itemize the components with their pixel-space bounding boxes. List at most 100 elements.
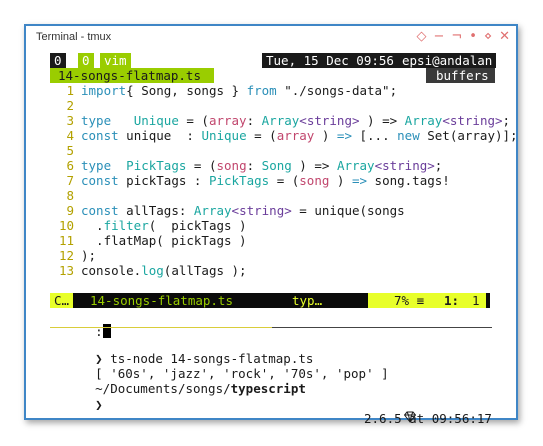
code-token: = ( (246, 128, 277, 143)
maximize-icon[interactable]: ¬ (451, 29, 462, 44)
code-token: ) (329, 173, 352, 188)
status-filetype: typ… (292, 293, 323, 308)
diamond-icon[interactable]: ◇ (416, 29, 426, 44)
code-token: < (374, 158, 383, 173)
code-token: PickTags (208, 173, 270, 188)
code-token: array (208, 113, 247, 128)
code-token: console. (81, 263, 142, 278)
vim-statusline: C… 14-songs-flatmap.ts typ… 7% ≡ 1: 1 (50, 293, 490, 308)
code-token: new (397, 128, 420, 143)
line-number: 4 (66, 128, 74, 143)
line-number: 13 (58, 263, 74, 278)
code-token: > (284, 203, 292, 218)
code-token: = ( (269, 173, 300, 188)
status-percent: 7% ≡ (394, 293, 425, 308)
pane-divider[interactable] (272, 327, 492, 328)
title-bar[interactable]: Terminal - tmux ◇ − ¬ • ⋄ ✕ (26, 26, 516, 50)
minimize-icon[interactable]: − (433, 29, 444, 44)
line-number: 9 (66, 203, 74, 218)
code-token: pickTags : (118, 173, 209, 188)
tmux-host: epsi@andalan (398, 53, 497, 68)
code-token: string (239, 203, 285, 218)
line-number: 5 (66, 143, 74, 158)
line-number: 6 (66, 158, 74, 173)
code-token: => (336, 128, 352, 143)
line-number: 7 (66, 173, 74, 188)
tmux-clock: Tue, 15 Dec 09:56 (262, 53, 398, 68)
vim-cmdline[interactable]: : (50, 309, 516, 339)
code-line[interactable]: 13 console.log(allTags ); (26, 263, 516, 278)
code-token: ) (314, 128, 337, 143)
code-token: .flatMap( pickTags ) (81, 233, 247, 248)
vim-mode: C… (50, 293, 74, 308)
code-token: ); (81, 248, 97, 263)
code-token: => (351, 173, 368, 188)
terminal-body[interactable]: 0 0 vim Tue, 15 Dec 09:56 epsi@andalan 1… (26, 50, 518, 426)
line-number: 8 (66, 188, 74, 203)
code-token: (allTags ); (163, 263, 247, 278)
code-token: Array (193, 203, 232, 218)
code-token: ) => (359, 113, 405, 128)
code-token: Array (336, 158, 375, 173)
tmux-session[interactable]: 0 (50, 53, 66, 68)
code-line[interactable]: 3 type Unique = (array: Array<string> ) =… (26, 113, 516, 128)
code-token: [... (351, 128, 398, 143)
code-token: song (299, 173, 330, 188)
code-token: { Song, songs } (126, 83, 247, 98)
tmux-window-index[interactable]: 0 (78, 53, 94, 68)
code-token: Song (261, 158, 292, 173)
status-line: 1: (444, 293, 460, 308)
code-line[interactable]: 7 const pickTags : PickTags = (song ) => … (26, 173, 516, 188)
code-line[interactable]: 5 (26, 143, 516, 158)
shell-prompt[interactable]: ❯ (50, 382, 516, 412)
line-number: 12 (58, 248, 74, 263)
prompt-icon: ❯ (95, 397, 103, 412)
code-token: ) => (291, 158, 337, 173)
code-line[interactable]: 4 const unique : Unique = (array ) => [..… (26, 128, 517, 143)
code-token: log (141, 263, 164, 278)
code-token: type (81, 158, 112, 173)
window-title: Terminal - tmux (36, 31, 112, 43)
tab-buffers[interactable]: buffers (426, 68, 495, 83)
code-line[interactable]: 8 (26, 188, 516, 203)
tmux-status-bar: 0 0 vim Tue, 15 Dec 09:56 epsi@andalan (26, 53, 516, 68)
code-token: from (246, 83, 277, 98)
code-token: "./songs-data"; (276, 83, 398, 98)
code-token: < (442, 113, 450, 128)
tab-separator (206, 68, 214, 83)
code-token: song (216, 158, 247, 173)
sticky-icon[interactable]: ⋄ (484, 29, 492, 44)
code-token: const (81, 173, 119, 188)
code-token: const (81, 203, 119, 218)
code-line[interactable]: 6 type PickTags = (song: Song ) => Array<… (26, 158, 516, 173)
code-token: ; (502, 113, 511, 128)
code-line[interactable]: 2 (26, 98, 516, 113)
code-token: < (299, 113, 307, 128)
code-token: . (81, 218, 104, 233)
dot-icon[interactable]: • (469, 29, 477, 44)
code-line[interactable]: 12); (26, 248, 516, 263)
tmux-window-name[interactable]: vim (100, 53, 131, 68)
code-token: const (81, 128, 119, 143)
code-line[interactable]: 9 const allTags: Array<string> = unique(s… (26, 203, 516, 218)
code-line[interactable]: 11 .flatMap( pickTags ) (26, 233, 516, 248)
vim-tabline: 14-songs-flatmap.ts buffers (26, 68, 516, 83)
code-token: ( pickTags ) (148, 218, 247, 233)
code-token: unique : (118, 128, 202, 143)
code-line[interactable]: 10 .filter( pickTags ) (26, 218, 516, 233)
code-token: Unique (201, 128, 247, 143)
pane-divider-active[interactable] (50, 327, 272, 328)
code-token: : (246, 158, 262, 173)
close-icon[interactable]: ✕ (499, 29, 510, 44)
code-token: Unique (133, 113, 179, 128)
code-token: Array (261, 113, 300, 128)
code-token: string (382, 158, 428, 173)
ruby-version: 2.6.5 at 09:56:17 (364, 411, 492, 426)
code-line[interactable]: 1 import{ Song, songs } from "./songs-dat… (26, 83, 516, 98)
code-token: > (427, 158, 435, 173)
code-token: < (231, 203, 240, 218)
code-token: filter (103, 218, 149, 233)
tab-current-file[interactable]: 14-songs-flatmap.ts (50, 68, 209, 83)
code-token: string (449, 113, 495, 128)
